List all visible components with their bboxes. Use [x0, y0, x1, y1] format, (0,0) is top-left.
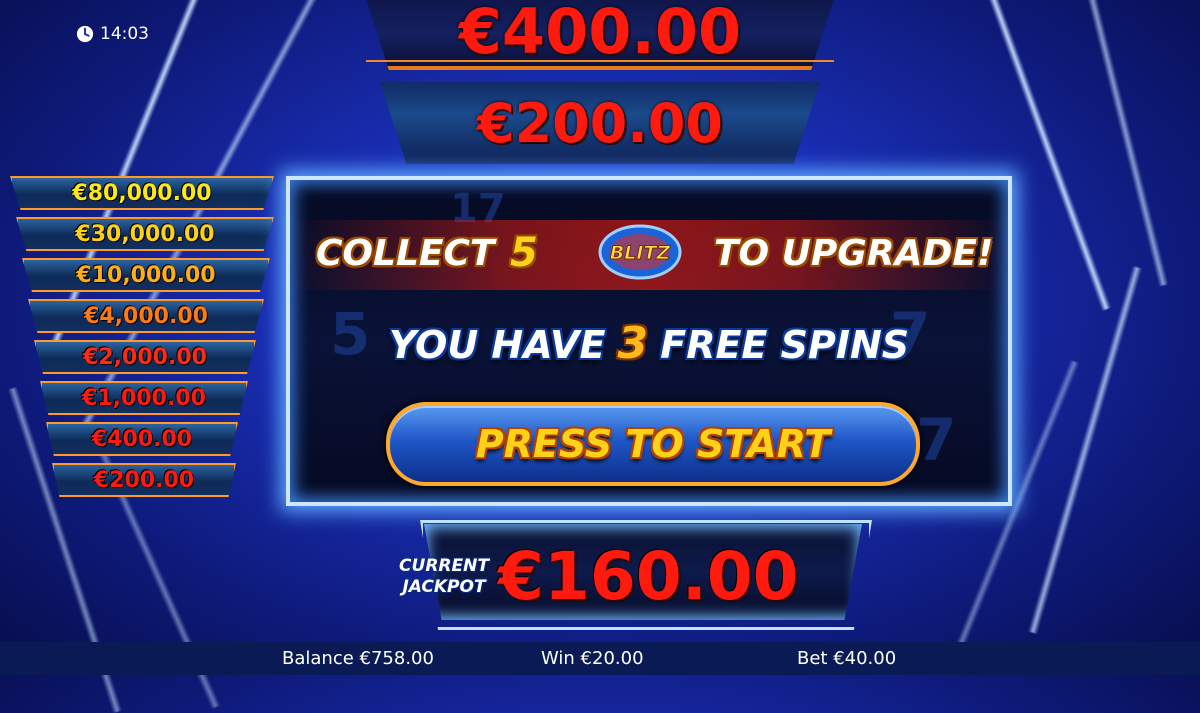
ladder-rung-label: €1,000.00 — [82, 385, 206, 411]
ladder-rung-label: €2,000.00 — [83, 344, 207, 370]
ladder-rung-label: €400.00 — [91, 426, 193, 452]
ladder-rung: €30,000.00 — [16, 217, 274, 251]
clock: 14:03 — [76, 24, 149, 44]
ladder-rung: €2,000.00 — [34, 340, 256, 374]
ladder-rung-label: €80,000.00 — [72, 180, 212, 206]
bet-readout: Bet €40.00 — [797, 648, 897, 669]
upgrade-label: TO UPGRADE! — [714, 232, 994, 274]
spins-prefix: YOU HAVE — [388, 323, 606, 367]
ladder-rung-label: €200.00 — [93, 467, 195, 493]
collect-count: 5 — [510, 230, 538, 276]
collect-row: COLLECT 5 BLITZ TO UPGRADE! — [290, 220, 1008, 286]
blitz-logo-icon: BLITZ — [598, 224, 682, 280]
blitz-logo-text: BLITZ — [610, 242, 672, 264]
top-prize-value-2: €200.00 — [477, 91, 723, 155]
press-to-start-label: PRESS TO START — [475, 422, 831, 466]
win-readout: Win €20.00 — [541, 648, 644, 669]
jackpot-label-line2: JACKPOT — [402, 577, 486, 597]
clock-icon — [76, 25, 94, 43]
spins-count: 3 — [617, 318, 649, 369]
ladder-rung: €4,000.00 — [28, 299, 264, 333]
collect-label: COLLECT — [316, 232, 495, 274]
top-prize-value-1: €400.00 — [458, 0, 742, 68]
top-prize-plate-2: €200.00 — [380, 82, 820, 164]
ladder-rung-label: €4,000.00 — [84, 303, 208, 329]
free-spins-intro-panel: 5 7 7 17 COLLECT 5 BLITZ TO UPGRADE! YOU… — [286, 176, 1012, 506]
ladder-rung: €80,000.00 — [10, 176, 274, 210]
jackpot-label-line1: CURRENT — [399, 556, 489, 576]
ladder-rung: €400.00 — [46, 422, 238, 456]
ladder-rung: €10,000.00 — [22, 258, 270, 292]
ladder-rung-label: €30,000.00 — [75, 221, 215, 247]
bottom-status-bar: Balance €758.00 Win €20.00 Bet €40.00 — [0, 642, 1200, 675]
free-spins-message: YOU HAVE 3 FREE SPINS — [290, 318, 1008, 369]
ladder-rung-label: €10,000.00 — [76, 262, 216, 288]
balance-readout: Balance €758.00 — [282, 648, 434, 669]
jackpot-value: €160.00 — [498, 538, 799, 615]
spins-suffix: FREE SPINS — [660, 323, 910, 367]
jackpot-label: CURRENT JACKPOT — [394, 556, 494, 598]
clock-time: 14:03 — [100, 24, 149, 44]
press-to-start-button[interactable]: PRESS TO START — [386, 402, 920, 486]
ghost-reel-symbol: 7 — [916, 406, 957, 474]
ladder-rung: €1,000.00 — [40, 381, 248, 415]
ladder-rung: €200.00 — [52, 463, 236, 497]
plate-divider — [366, 60, 834, 62]
